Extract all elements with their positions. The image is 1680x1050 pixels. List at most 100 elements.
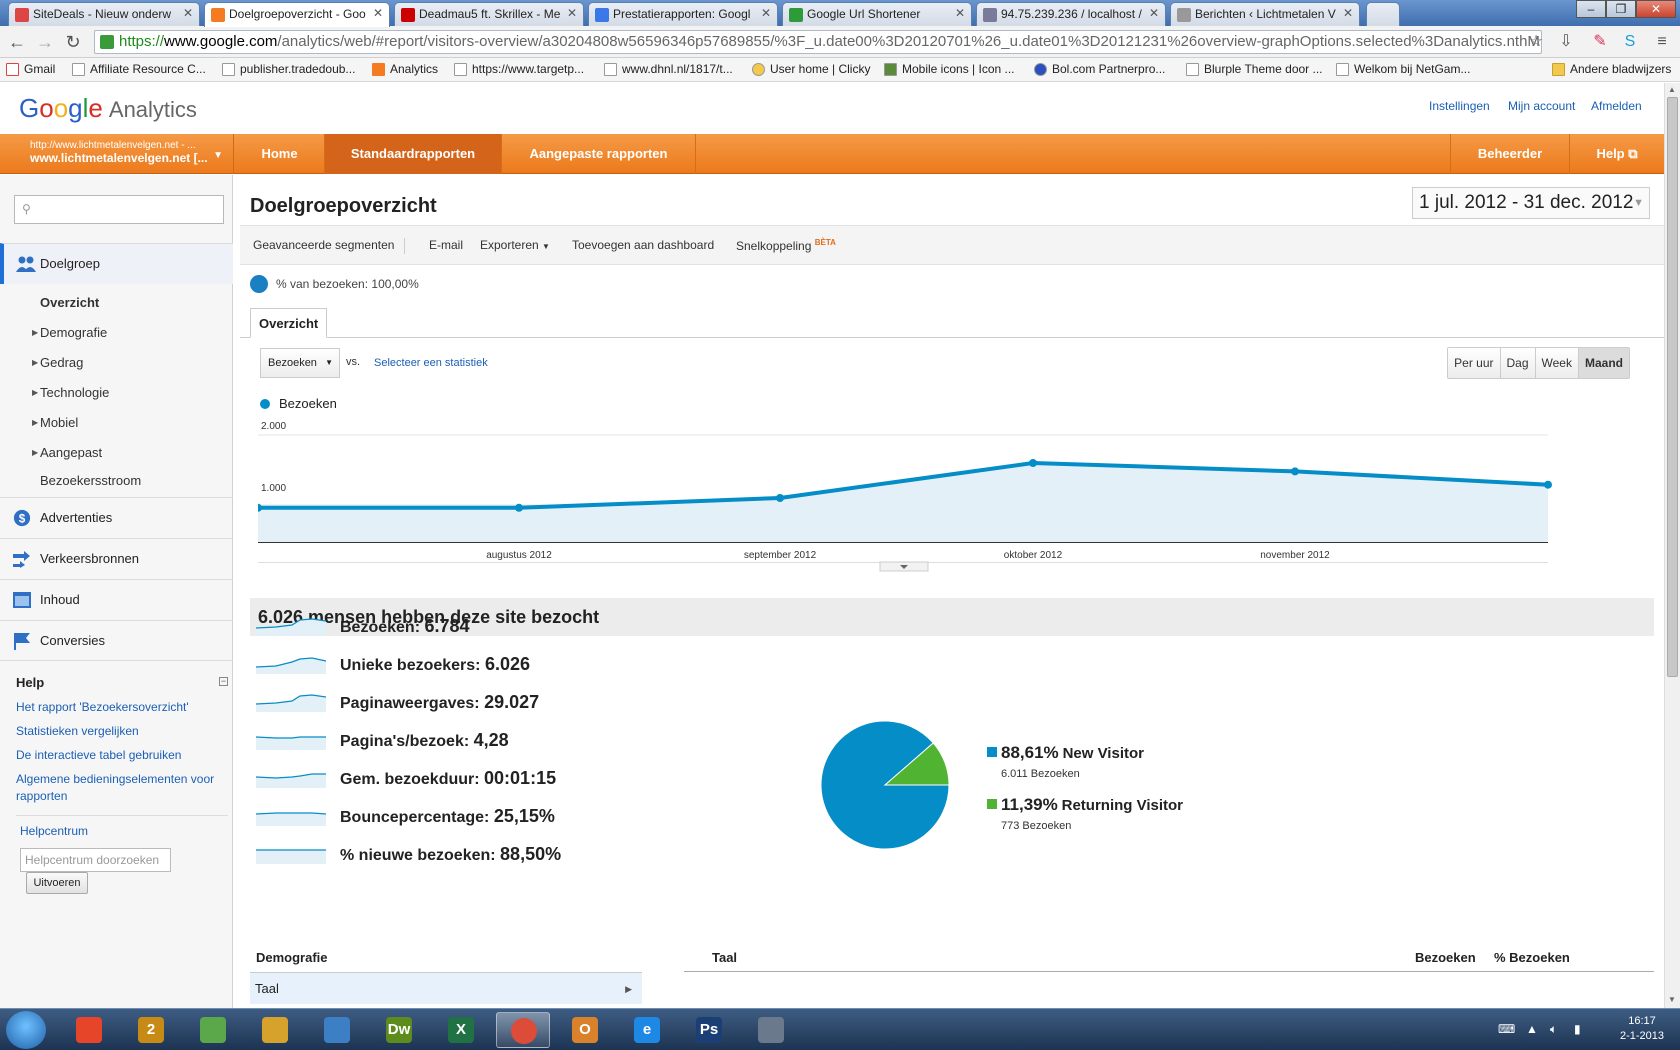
browser-tab[interactable]: Deadmau5 ft. Skrillex - Me ✕ — [394, 2, 584, 26]
data-point[interactable] — [1291, 467, 1299, 476]
sidebar-sub-custom[interactable]: ▶ Aangepast — [32, 445, 102, 460]
new-tab-button[interactable] — [1366, 2, 1400, 26]
bookmark-item[interactable]: Bol.com Partnerpro... — [1034, 62, 1165, 76]
browser-tab[interactable]: Berichten ‹ Lichtmetalen V ✕ — [1170, 2, 1360, 26]
back-arrow-icon[interactable]: ← — [6, 31, 28, 53]
close-icon[interactable]: ✕ — [1149, 6, 1159, 20]
sidebar-sub-overview[interactable]: Overzicht — [40, 295, 99, 310]
visitor-type-pie-chart[interactable] — [820, 720, 950, 850]
sidebar-sub-visitors-flow[interactable]: Bezoekersstroom — [40, 473, 141, 488]
visits-line-chart[interactable]: 2.000 1.000 augustus 2012 september 2012 okt… — [258, 415, 1644, 581]
close-icon[interactable]: ✕ — [373, 6, 383, 20]
close-icon[interactable]: ✕ — [761, 6, 771, 20]
metric-select[interactable]: Bezoeken ▼ — [260, 348, 340, 378]
forward-arrow-icon[interactable]: → — [34, 31, 56, 53]
taskbar-app-button[interactable] — [248, 1012, 302, 1048]
close-icon[interactable]: ✕ — [567, 6, 577, 20]
taskbar-app-button[interactable]: X — [434, 1012, 488, 1048]
other-bookmarks[interactable]: Andere bladwijzers — [1552, 62, 1671, 76]
collapse-icon[interactable]: − — [219, 677, 228, 686]
sidebar-sub-behavior[interactable]: ▶ Gedrag — [32, 355, 83, 370]
taskbar-app-button[interactable] — [496, 1012, 550, 1048]
granularity-week-button[interactable]: Week — [1536, 348, 1579, 378]
sidebar-item-content[interactable]: Inhoud — [0, 579, 233, 620]
export-button[interactable]: Exporteren ▼ — [480, 238, 550, 252]
network-icon[interactable]: ▮ — [1574, 1022, 1581, 1036]
bookmark-item[interactable]: Welkom bij NetGam... — [1336, 62, 1470, 76]
browser-tab[interactable]: 94.75.239.236 / localhost / ✕ — [976, 2, 1166, 26]
keyboard-icon[interactable]: ⌨ — [1498, 1022, 1515, 1036]
tab-overview[interactable]: Overzicht — [250, 308, 328, 338]
data-point[interactable] — [1544, 480, 1552, 489]
data-point[interactable] — [1029, 459, 1037, 467]
sidebar-item-audience[interactable]: Doelgroep — [0, 243, 233, 284]
browser-tab[interactable]: Google Url Shortener ✕ — [782, 2, 972, 26]
taskbar-app-button[interactable]: 2 — [124, 1012, 178, 1048]
nav-custom-reports[interactable]: Aangepaste rapporten — [502, 134, 696, 174]
close-icon[interactable]: ✕ — [1343, 6, 1353, 20]
report-search-input[interactable]: ⚲ — [14, 195, 224, 224]
scrollbar-thumb[interactable] — [1667, 97, 1678, 677]
data-point[interactable] — [776, 494, 784, 502]
sign-out-link[interactable]: Afmelden — [1591, 99, 1642, 113]
taskbar-app-button[interactable]: O — [558, 1012, 612, 1048]
nav-help[interactable]: Help ⧉ — [1570, 134, 1664, 174]
profile-selector[interactable]: http://www.lichtmetalenvelgen.net - ... … — [0, 134, 234, 174]
taskbar-app-button[interactable] — [186, 1012, 240, 1048]
helpcenter-search-input[interactable]: Helpcentrum doorzoeken — [20, 848, 171, 872]
skype-icon[interactable]: S — [1620, 32, 1640, 52]
bookmark-item[interactable]: Analytics — [372, 62, 438, 76]
bookmark-item[interactable]: Mobile icons | Icon ... — [884, 62, 1015, 76]
help-link[interactable]: De interactieve tabel gebruiken — [16, 747, 181, 764]
sidebar-sub-demographics[interactable]: ▶ Demografie — [32, 325, 107, 340]
scroll-down-icon[interactable]: ▼ — [1668, 995, 1676, 1004]
my-account-link[interactable]: Mijn account — [1508, 99, 1575, 113]
taskbar-app-button[interactable] — [310, 1012, 364, 1048]
demographics-row-language[interactable]: Taal ▶ — [250, 972, 642, 1004]
nav-home[interactable]: Home — [235, 134, 325, 174]
bookmark-item[interactable]: User home | Clicky — [752, 62, 870, 76]
bookmark-item[interactable]: publisher.tradedoub... — [222, 62, 355, 76]
sidebar-sub-technology[interactable]: ▶ Technologie — [32, 385, 109, 400]
reload-icon[interactable]: ↻ — [62, 31, 84, 53]
data-point[interactable] — [515, 503, 523, 512]
browser-tab-active[interactable]: Doelgroepoverzicht - Goo ✕ — [204, 2, 390, 27]
granularity-hourly-button[interactable]: Per uur — [1448, 348, 1501, 378]
scroll-up-icon[interactable]: ▲ — [1668, 85, 1676, 94]
add-to-dashboard-button[interactable]: Toevoegen aan dashboard — [572, 238, 714, 252]
minimize-window-button[interactable]: – — [1576, 0, 1606, 18]
sidebar-item-conversions[interactable]: Conversies — [0, 620, 233, 661]
taskbar-clock[interactable]: 16:17 2-1-2013 — [1620, 1014, 1664, 1044]
granularity-day-button[interactable]: Dag — [1501, 348, 1536, 378]
granularity-month-button[interactable]: Maand — [1578, 348, 1629, 378]
email-button[interactable]: E-mail — [429, 238, 463, 252]
close-icon[interactable]: ✕ — [955, 6, 965, 20]
notification-arrow-icon[interactable]: ▲ — [1526, 1022, 1538, 1036]
taskbar-app-button[interactable] — [62, 1012, 116, 1048]
start-button[interactable] — [6, 1011, 46, 1049]
browser-tab[interactable]: SiteDeals - Nieuw onderw ✕ — [8, 2, 200, 26]
bookmark-item[interactable]: Blurple Theme door ... — [1186, 62, 1323, 76]
shortcut-button[interactable]: Snelkoppeling BÈTA — [736, 238, 836, 253]
sidebar-sub-mobile[interactable]: ▶ Mobiel — [32, 415, 78, 430]
taskbar-app-button[interactable]: e — [620, 1012, 674, 1048]
close-window-button[interactable]: ✕ — [1636, 0, 1676, 18]
maximize-window-button[interactable]: ❐ — [1606, 0, 1636, 18]
sidebar-item-traffic-sources[interactable]: Verkeersbronnen — [0, 538, 233, 579]
page-scrollbar[interactable]: ▲ ▼ — [1664, 83, 1680, 1008]
help-link[interactable]: Statistieken vergelijken — [16, 723, 139, 740]
google-analytics-logo[interactable]: Google Analytics — [19, 93, 197, 124]
helpcenter-search-button[interactable]: Uitvoeren — [26, 872, 88, 894]
helpcenter-link[interactable]: Helpcentrum — [20, 823, 88, 840]
bookmark-item[interactable]: www.dhnl.nl/1817/t... — [604, 62, 733, 76]
taskbar-app-button[interactable]: Dw — [372, 1012, 426, 1048]
settings-link[interactable]: Instellingen — [1429, 99, 1490, 113]
extension-icon[interactable]: ✎ — [1590, 32, 1610, 52]
taskbar-app-button[interactable]: Ps — [682, 1012, 736, 1048]
bookmark-item[interactable]: Affiliate Resource C... — [72, 62, 206, 76]
taskbar-app-button[interactable] — [744, 1012, 798, 1048]
bookmark-item[interactable]: Gmail — [6, 62, 55, 76]
wrench-menu-icon[interactable]: ≡ — [1652, 32, 1672, 52]
close-icon[interactable]: ✕ — [183, 6, 193, 20]
nav-admin[interactable]: Beheerder — [1450, 134, 1570, 174]
